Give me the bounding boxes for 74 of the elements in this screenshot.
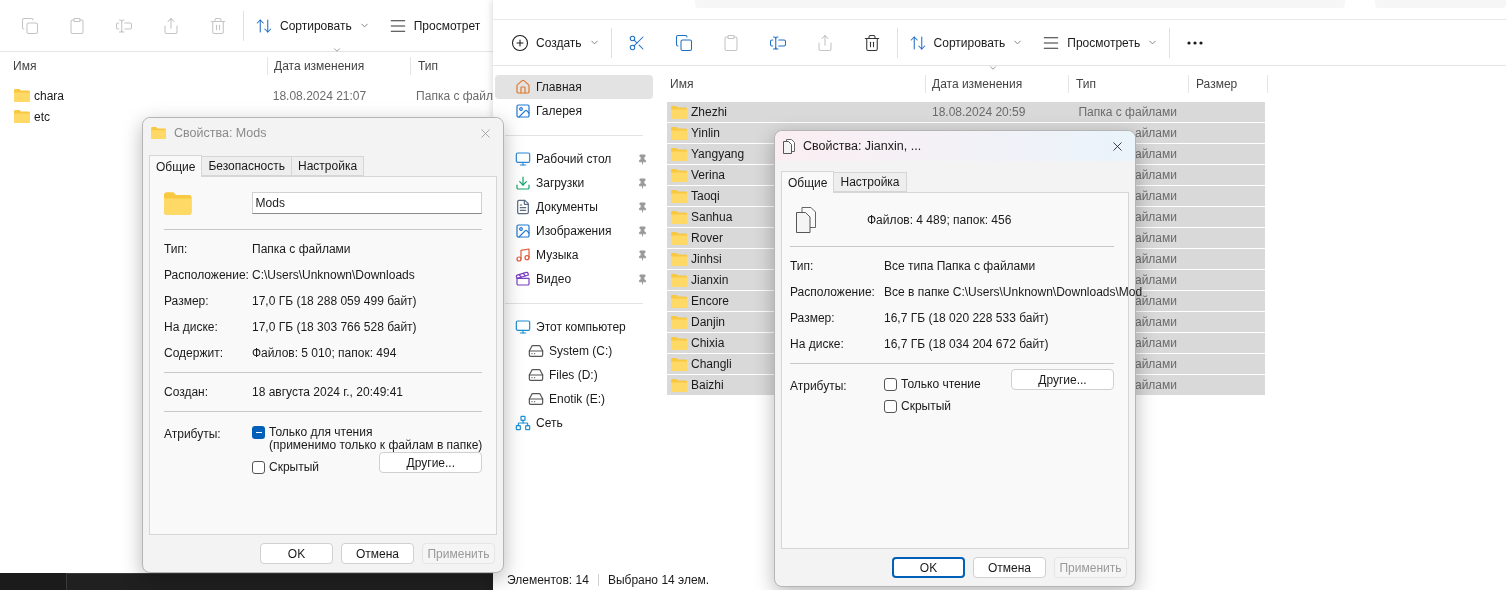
type-cell-text: айлами <box>1135 335 1177 352</box>
status-text: Элементов: 14 <box>507 572 589 589</box>
property-label: Тип: <box>164 241 189 258</box>
property-label: Создан: <box>164 384 210 401</box>
file-name: Taoqi <box>691 188 720 205</box>
type-cell-text: айлами <box>1135 230 1177 247</box>
file-name: Baizhi <box>691 377 724 394</box>
type-cell-text: Папка с файл <box>415 87 493 105</box>
file-name: Danjin <box>691 314 726 331</box>
property-value: 16,7 ГБ (18 034 204 672 байт) <box>884 336 1049 353</box>
date-cell-text: 18.08.2024 21:07 <box>271 87 368 105</box>
checkbox-label: Только для чтения (применимо только к файлам в папке) <box>269 426 483 452</box>
type-cell-text: айлами <box>1135 188 1177 205</box>
checkbox-label: Скрытый <box>901 400 952 413</box>
attributes-label: Атрибуты: <box>790 378 848 395</box>
file-name: Sanhua <box>691 209 733 226</box>
sidebar-label: Этот компьютер <box>536 319 626 336</box>
property-value: Все типа Папка с файлами <box>884 258 1036 275</box>
file-name: Jianxin <box>691 272 729 289</box>
sidebar-label: System (C:) <box>549 343 613 360</box>
sidebar-label: Загрузки <box>536 175 585 192</box>
property-label: Содержит: <box>164 345 224 362</box>
date-cell-text: 18.08.2024 20:59 <box>932 104 1026 121</box>
summary-text: Файлов: 4 489; папок: 456 <box>867 211 1012 229</box>
status-text: Выбрано 14 элем. <box>607 572 710 589</box>
property-value: 16,7 ГБ (18 020 228 533 байт) <box>884 310 1049 327</box>
property-value: 17,0 ГБ (18 303 766 528 байт) <box>252 319 417 336</box>
file-name: Rover <box>691 230 723 247</box>
file-name: Chixia <box>691 335 725 352</box>
type-cell-text: Папка с файлами <box>1078 104 1177 121</box>
window-title: Свойства: Mods <box>174 124 267 142</box>
property-label: На диске: <box>790 336 845 353</box>
attributes-label: Атрибуты: <box>164 426 222 443</box>
property-label: Размер: <box>790 310 836 327</box>
sidebar-label: Enotik (E:) <box>549 391 605 408</box>
property-label: На диске: <box>164 319 219 336</box>
sidebar-label: Изображения <box>536 223 612 240</box>
type-cell-text: айлами <box>1135 272 1177 287</box>
file-name: Yangyang <box>691 146 745 163</box>
type-cell-text: айлами <box>1135 377 1177 394</box>
file-name: Zhezhi <box>691 104 728 121</box>
property-label: Тип: <box>790 258 815 275</box>
property-value: Папка с файлами <box>252 241 351 258</box>
sidebar-label: Сеть <box>536 415 563 432</box>
property-value: C:\Users\Unknown\Downloads <box>252 267 415 284</box>
type-cell-text: айлами <box>1135 314 1177 331</box>
sidebar-label: Музыка <box>536 247 579 264</box>
sidebar-label: Видео <box>536 271 572 288</box>
file-name: Jinhsi <box>691 251 722 268</box>
type-cell-text: айлами <box>1135 294 1177 310</box>
file-name: Verina <box>691 167 726 184</box>
type-cell-text: айлами <box>1135 125 1177 142</box>
property-label: Размер: <box>164 293 210 310</box>
type-cell-text: айлами <box>1135 167 1177 184</box>
file-name: Changli <box>691 356 732 373</box>
sidebar-label: Рабочий стол <box>536 151 612 168</box>
property-label: Расположение: <box>790 284 876 301</box>
sidebar-label: Files (D:) <box>549 367 598 384</box>
file-name: Yinlin <box>691 125 720 142</box>
type-cell-text: айлами <box>1135 356 1177 373</box>
file-name: Encore <box>691 293 730 310</box>
type-cell-text: айлами <box>1135 146 1177 163</box>
property-label: Расположение: <box>164 267 250 284</box>
property-value: 17,0 ГБ (18 288 059 499 байт) <box>252 293 417 310</box>
checkbox-label: Скрытый <box>269 461 320 474</box>
type-cell-text: айлами <box>1135 209 1177 226</box>
property-value: Файлов: 5 010; папок: 494 <box>252 345 397 362</box>
checkbox-label: Только чтение <box>901 378 981 391</box>
window-title: Свойства: Jianxin, ... <box>803 137 922 155</box>
sidebar-label: Документы <box>536 199 598 216</box>
type-cell-text: айлами <box>1135 251 1177 268</box>
sidebar-label: Главная <box>536 79 582 96</box>
sidebar-label: Галерея <box>536 103 583 120</box>
property-value: 18 августа 2024 г., 20:49:41 <box>252 384 403 401</box>
